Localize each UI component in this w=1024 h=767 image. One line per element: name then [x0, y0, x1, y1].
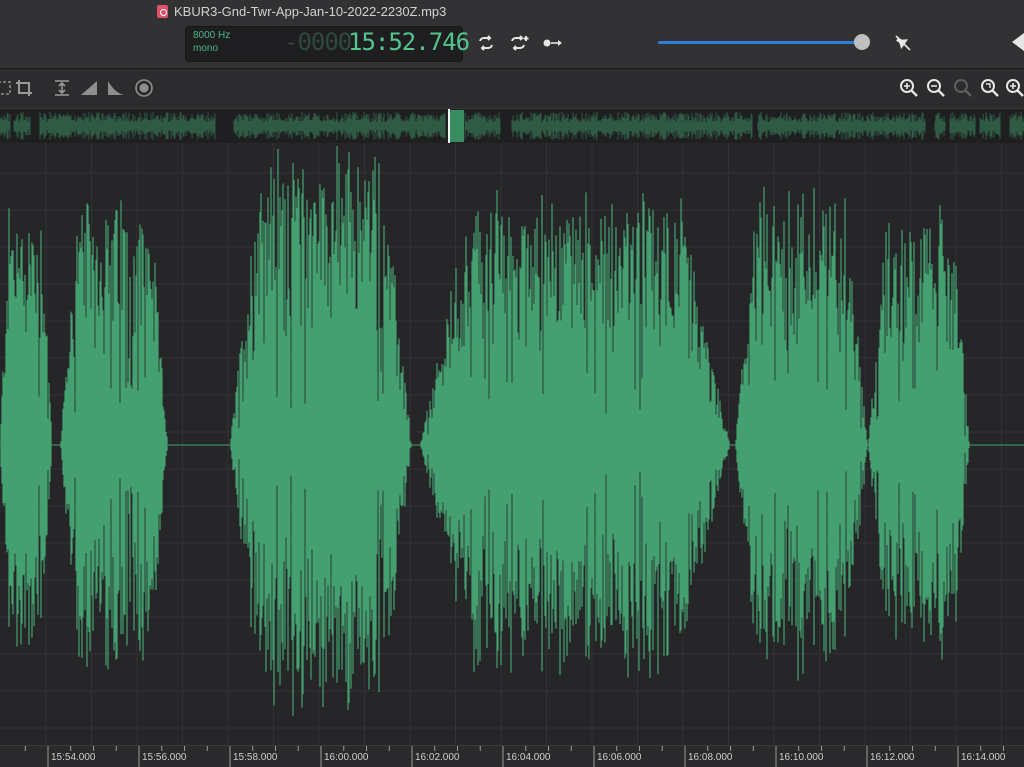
normalize-icon [55, 80, 69, 96]
loop-selection-button[interactable] [507, 31, 531, 55]
mute-button[interactable] [893, 33, 913, 53]
time-ruler[interactable]: 15:54.000 15:56.000 15:58.000 16:00.000 16:0… [0, 745, 1024, 767]
ruler-tick-label: 16:08.000 [688, 752, 733, 763]
file-name: KBUR3-Gnd-Twr-App-Jan-10-2022-2230Z.mp3 [174, 3, 447, 19]
zoom-out-icon [927, 79, 945, 97]
zoom-fit-button[interactable] [979, 77, 1001, 99]
ruler-tick-label: 16:10.000 [779, 752, 824, 763]
time-ghost-digits: -0000 [284, 28, 352, 56]
waveform-overview[interactable] [0, 108, 1024, 144]
loop-icon [479, 35, 493, 51]
file-title: KBUR3-Gnd-Twr-App-Jan-10-2022-2230Z.mp3 [157, 2, 446, 20]
crop-tool[interactable] [13, 77, 35, 99]
zoom-selection-button[interactable] [952, 77, 974, 99]
zoom-in-button[interactable] [898, 77, 920, 99]
ruler-tick-label: 16:02.000 [415, 752, 460, 763]
ruler-tick-label: 16:00.000 [324, 752, 369, 763]
volume-slider[interactable] [658, 41, 868, 44]
zoom-in-icon [900, 79, 918, 97]
fade-out-icon [108, 81, 124, 95]
waveform-bars [0, 146, 970, 716]
waveform-editor[interactable] [0, 143, 1024, 745]
ruler-tick-label: 16:12.000 [870, 752, 915, 763]
ruler-tick-label: 16:14.000 [961, 752, 1006, 763]
channel-mode: mono [193, 43, 219, 54]
audio-file-icon [157, 4, 168, 18]
zoom-full-icon [1006, 79, 1024, 97]
speaker-muted-icon [895, 35, 911, 51]
ruler-tick-label: 15:58.000 [233, 752, 278, 763]
back-arrow-icon[interactable] [1012, 33, 1024, 51]
sample-rate: 8000 Hz [193, 30, 231, 41]
title-bar: KBUR3-Gnd-Twr-App-Jan-10-2022-2230Z.mp3 … [0, 0, 1024, 69]
play-from-cursor-button[interactable] [541, 31, 565, 55]
volume-slider-thumb[interactable] [853, 34, 870, 50]
overview-viewport [448, 110, 464, 142]
zoom-out-button[interactable] [925, 77, 947, 99]
select-icon [0, 81, 11, 95]
current-time: 15:52.746 [348, 28, 470, 56]
zoom-fit-icon [981, 79, 999, 97]
time-display: 8000 Hz mono -0000 15:52.746 [185, 26, 470, 62]
loop-selection-icon [511, 35, 529, 51]
fade-out-tool[interactable] [105, 77, 127, 99]
ruler-tick-label: 15:54.000 [51, 752, 96, 763]
zoom-selection-icon [954, 79, 972, 97]
effects-icon [135, 79, 153, 97]
main-waveform [0, 143, 1024, 745]
ruler-tick-label: 16:04.000 [506, 752, 551, 763]
effects-tool[interactable] [133, 77, 155, 99]
fade-in-icon [81, 81, 97, 95]
edit-toolbar [0, 69, 1024, 107]
ruler-tick-label: 16:06.000 [597, 752, 642, 763]
fade-in-tool[interactable] [78, 77, 100, 99]
play-from-cursor-icon [543, 39, 562, 47]
crop-icon [16, 80, 32, 96]
normalize-tool[interactable] [51, 77, 73, 99]
overview-waveform [0, 109, 1024, 143]
loop-button[interactable] [474, 31, 498, 55]
ruler-tick-label: 15:56.000 [142, 752, 187, 763]
zoom-full-button[interactable] [1004, 77, 1024, 99]
